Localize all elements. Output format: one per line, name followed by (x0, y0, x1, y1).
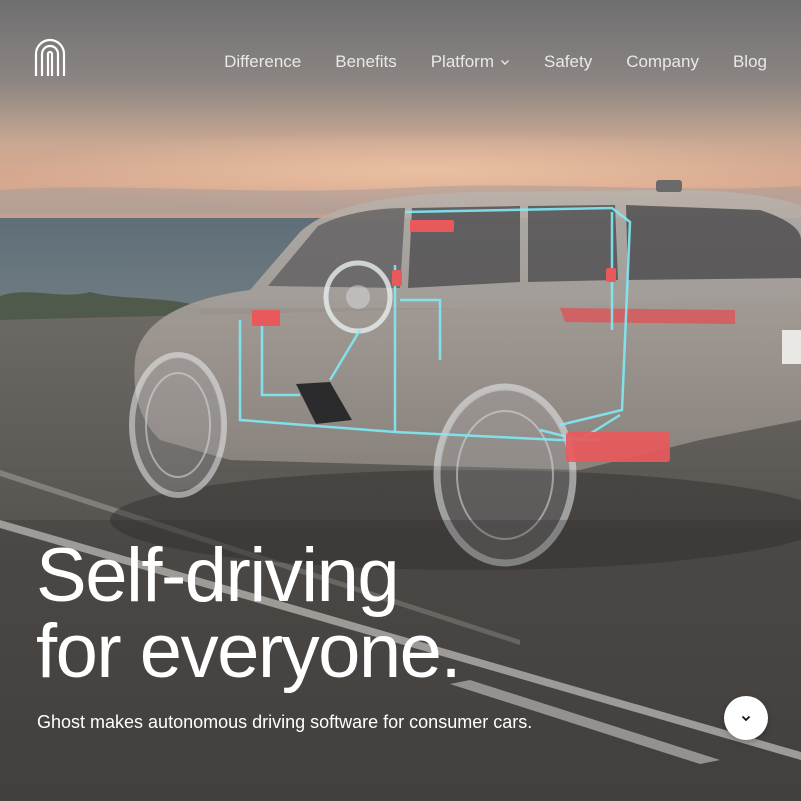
scroll-down-button[interactable] (724, 696, 768, 740)
hero-subtitle: Ghost makes autonomous driving software … (37, 712, 533, 732)
ghost-arch-logo-icon (34, 38, 66, 76)
chevron-down-icon (501, 60, 509, 65)
hero-section: Difference Benefits Platform Safety Comp… (0, 0, 801, 801)
nav-item-label: Blog (732, 52, 767, 71)
hero-headline: Self-driving for everyone. (36, 533, 462, 694)
hero-headline-line-1: Self-driving (36, 533, 400, 618)
nav-item-label: Benefits (335, 52, 397, 71)
chevron-down-icon (741, 715, 751, 722)
nav-item-company[interactable]: Company (626, 52, 699, 72)
nav-item-difference[interactable]: Difference (224, 52, 301, 72)
hero-headline-line-2: for everyone. (36, 609, 462, 694)
nav-item-label: Company (626, 52, 699, 71)
nav-item-label: Difference (224, 52, 302, 71)
nav-item-label: Safety (544, 52, 593, 71)
main-navigation: Difference Benefits Platform Safety Comp… (224, 52, 767, 72)
nav-item-benefits[interactable]: Benefits (335, 52, 396, 72)
nav-item-platform[interactable]: Platform (431, 52, 510, 72)
nav-item-blog[interactable]: Blog (733, 52, 767, 72)
ghost-logo[interactable] (34, 38, 66, 78)
nav-item-label: Platform (430, 52, 494, 71)
nav-item-safety[interactable]: Safety (544, 52, 592, 72)
